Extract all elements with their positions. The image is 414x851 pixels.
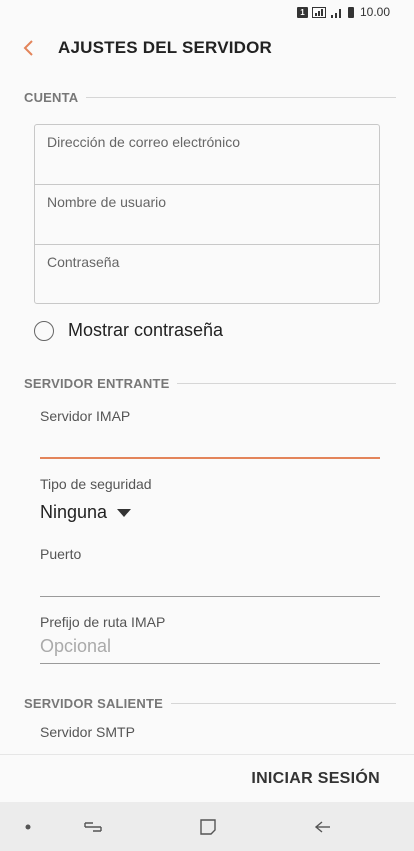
dot-icon bbox=[18, 802, 38, 851]
divider bbox=[177, 383, 396, 384]
system-nav-bar bbox=[0, 802, 414, 851]
imap-prefix-label: Prefijo de ruta IMAP bbox=[40, 614, 166, 630]
signal-strength-icon bbox=[311, 6, 326, 18]
clock: 10.00 bbox=[359, 5, 390, 19]
section-header-label: SERVIDOR ENTRANTE bbox=[24, 376, 170, 391]
wifi-signal-icon bbox=[330, 8, 341, 18]
password-placeholder: Contraseña bbox=[47, 254, 120, 270]
dropdown-arrow-icon bbox=[117, 508, 132, 517]
email-field[interactable]: Dirección de correo electrónico bbox=[35, 125, 379, 185]
port-label: Puerto bbox=[40, 546, 82, 562]
section-header-account: CUENTA bbox=[24, 90, 396, 105]
divider bbox=[170, 703, 396, 704]
section-header-label: SERVIDOR SALIENTE bbox=[24, 696, 163, 711]
security-type-label: Tipo de seguridad bbox=[40, 476, 152, 492]
back-arrow-icon[interactable] bbox=[8, 24, 48, 72]
smtp-server-label: Servidor SMTP bbox=[40, 724, 135, 740]
imap-prefix-placeholder: Opcional bbox=[40, 636, 112, 656]
username-placeholder: Nombre de usuario bbox=[47, 194, 167, 210]
section-header-label: CUENTA bbox=[24, 90, 79, 105]
section-header-incoming: SERVIDOR ENTRANTE bbox=[24, 376, 396, 391]
divider bbox=[86, 97, 396, 98]
settings-form[interactable]: CUENTA Dirección de correo electrónico N… bbox=[0, 72, 414, 754]
sim-icon: 1 bbox=[296, 6, 308, 18]
imap-server-label: Servidor IMAP bbox=[40, 408, 131, 424]
home-icon[interactable] bbox=[196, 802, 220, 851]
recent-apps-icon[interactable] bbox=[80, 802, 106, 851]
back-icon[interactable] bbox=[310, 802, 336, 851]
account-fields: Dirección de correo electrónico Nombre d… bbox=[34, 124, 380, 304]
footer-bar: INICIAR SESIÓN bbox=[0, 754, 414, 802]
radio-button[interactable] bbox=[34, 320, 54, 341]
show-password-toggle[interactable]: Mostrar contraseña bbox=[34, 320, 223, 341]
imap-prefix-input[interactable] bbox=[40, 663, 380, 664]
password-field[interactable]: Contraseña bbox=[35, 245, 379, 305]
email-placeholder: Dirección de correo electrónico bbox=[47, 134, 240, 150]
security-type-value: Ninguna bbox=[40, 502, 108, 522]
show-password-label: Mostrar contraseña bbox=[68, 320, 224, 340]
username-field[interactable]: Nombre de usuario bbox=[35, 185, 379, 245]
app-bar: AJUSTES DEL SERVIDOR bbox=[0, 24, 414, 72]
port-input[interactable] bbox=[40, 596, 380, 597]
imap-server-input[interactable] bbox=[40, 457, 380, 459]
section-header-outgoing: SERVIDOR SALIENTE bbox=[24, 696, 396, 711]
page-title: AJUSTES DEL SERVIDOR bbox=[58, 38, 273, 57]
login-button[interactable]: INICIAR SESIÓN bbox=[251, 770, 380, 788]
battery-icon bbox=[347, 6, 354, 18]
status-bar: 1 10.00 bbox=[0, 0, 414, 24]
security-type-dropdown[interactable]: Ninguna bbox=[40, 502, 132, 523]
